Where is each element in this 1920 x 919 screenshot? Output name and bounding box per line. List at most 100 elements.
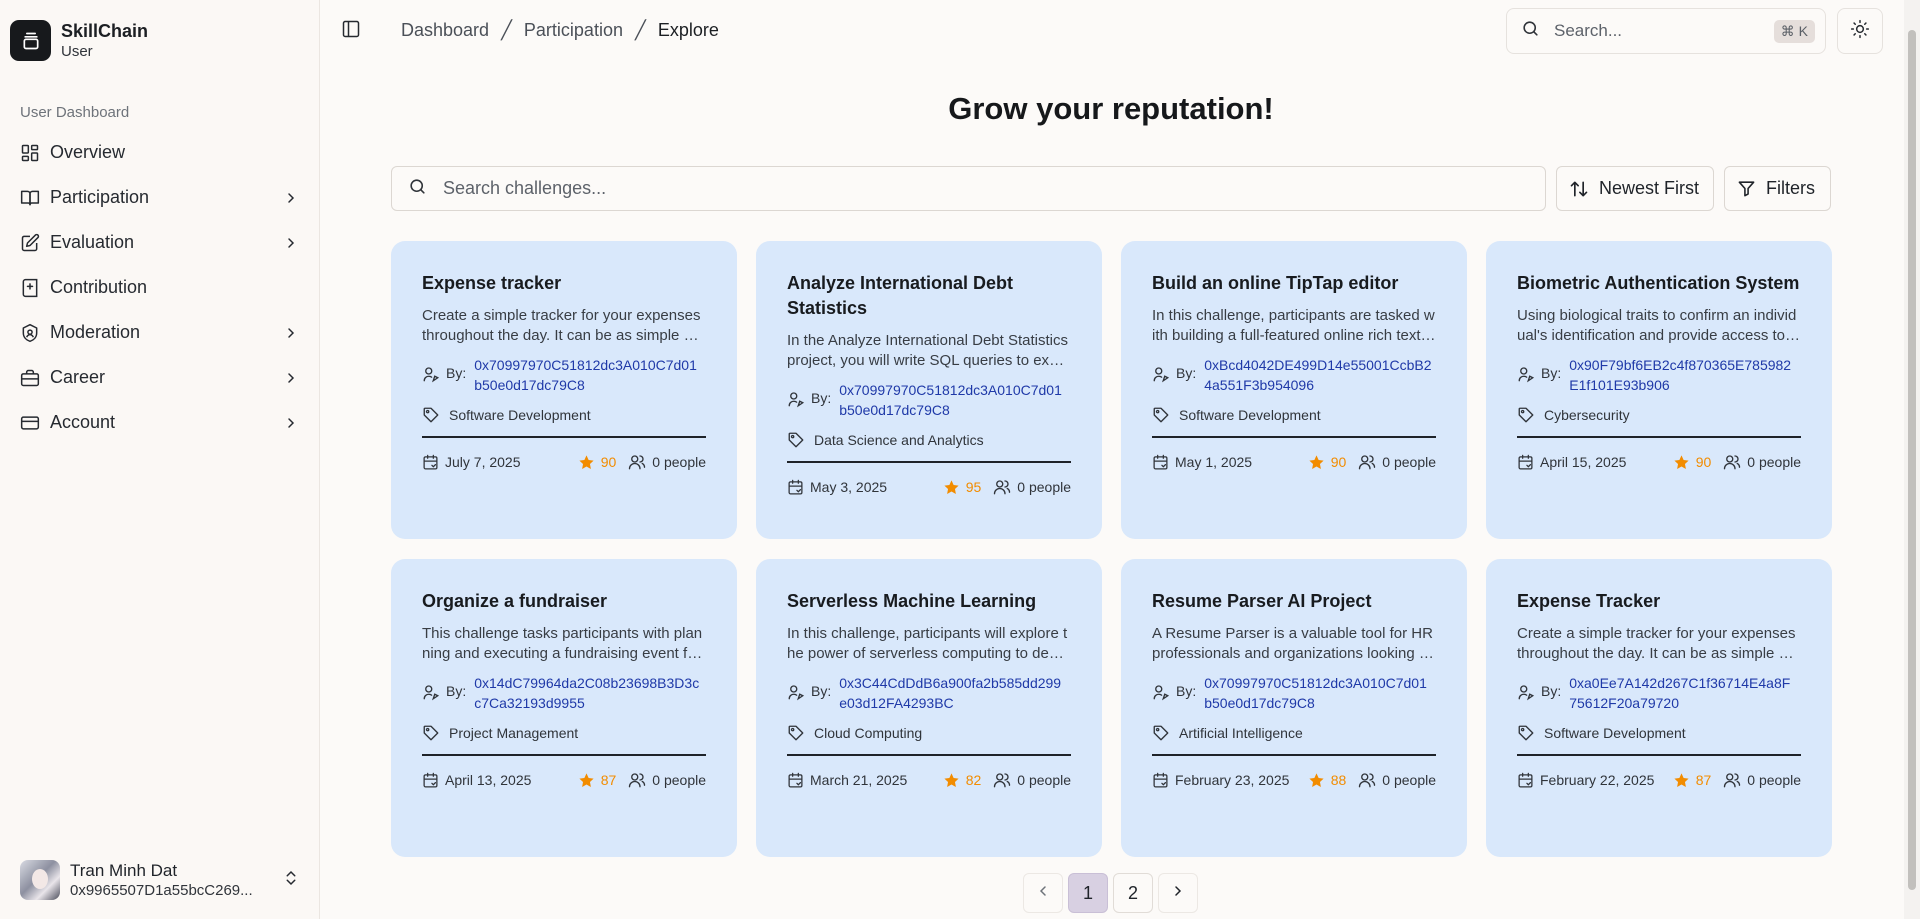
- sidebar-item-evaluation[interactable]: Evaluation: [10, 220, 310, 265]
- breadcrumb-participation[interactable]: Participation: [524, 20, 623, 41]
- challenge-card[interactable]: Organize a fundraiser This challenge task…: [391, 559, 737, 857]
- challenge-card[interactable]: Resume Parser AI Project A Resume Parser …: [1121, 559, 1467, 857]
- filters-button[interactable]: Filters: [1724, 166, 1831, 211]
- brand-name: SkillChain: [61, 21, 149, 41]
- calendar-check-icon: [1517, 454, 1534, 471]
- users-icon: [1723, 771, 1741, 789]
- sidebar-group-label: User Dashboard: [20, 104, 130, 121]
- book-plus-icon: [20, 278, 40, 298]
- page-scrollbar[interactable]: [1904, 0, 1920, 919]
- challenge-card[interactable]: Expense tracker Create a simple tracker f…: [391, 241, 737, 539]
- card-category: Project Management: [422, 724, 706, 742]
- sidebar-item-account[interactable]: Account: [10, 400, 310, 445]
- challenge-card[interactable]: Serverless Machine Learning In this chall…: [756, 559, 1102, 857]
- card-title: Serverless Machine Learning: [787, 591, 1037, 611]
- breadcrumb-dashboard[interactable]: Dashboard: [401, 20, 489, 41]
- author-address[interactable]: 0x90F79bf6EB2c4f870365E785982E1f101E93b9…: [1569, 355, 1797, 395]
- card-divider: [1152, 754, 1436, 756]
- by-label: By:: [811, 683, 832, 699]
- scrollbar-thumb[interactable]: [1908, 30, 1916, 890]
- chevron-right-icon: [282, 369, 300, 387]
- card-footer: July 7, 2025 90 0 people: [422, 453, 706, 471]
- card-footer: February 22, 2025 87 0 people: [1517, 771, 1801, 789]
- shortcut-badge: ⌘ K: [1773, 19, 1815, 43]
- topbar: Dashboard ╱ Participation ╱ Explore Sear…: [321, 0, 1904, 64]
- calendar-check-icon: [787, 772, 804, 789]
- card-author: By: 0x3C44CdDdB6a900fa2b585dd299e03d12FA4…: [787, 673, 1071, 713]
- card-category: Data Science and Analytics: [787, 431, 1071, 449]
- sidebar-item-label: Career: [50, 367, 106, 387]
- chevron-left-icon: [1035, 883, 1051, 904]
- card-footer: April 13, 2025 87 0 people: [422, 771, 706, 789]
- card-category: Artificial Intelligence: [1152, 724, 1436, 742]
- global-search-input[interactable]: Search... ⌘ K: [1506, 8, 1826, 54]
- theme-toggle-button[interactable]: [1837, 8, 1883, 54]
- user-pen-icon: [1152, 683, 1172, 703]
- sidebar-item-contribution[interactable]: Contribution: [10, 265, 310, 310]
- sidebar-item-overview[interactable]: Overview: [10, 130, 310, 175]
- card-title: Build an online TipTap editor: [1152, 273, 1399, 293]
- card-date: May 1, 2025: [1175, 454, 1253, 470]
- chevrons-up-down-icon: [282, 869, 300, 892]
- author-address[interactable]: 0xBcd4042DE499D14e55001CcbB24a551F3b9540…: [1204, 355, 1432, 395]
- card-footer: May 3, 2025 95 0 people: [787, 478, 1071, 496]
- page-button-2[interactable]: 2: [1113, 873, 1153, 913]
- card-footer: May 1, 2025 90 0 people: [1152, 453, 1436, 471]
- author-address[interactable]: 0x70997970C51812dc3A010C7d01b50e0d17dc79…: [474, 355, 702, 395]
- breadcrumb-separator: ╱: [501, 20, 512, 40]
- card-footer: April 15, 2025 90 0 people: [1517, 453, 1801, 471]
- brand[interactable]: SkillChain User: [10, 20, 148, 61]
- card-points: 87: [1695, 772, 1712, 788]
- pagination: 1 2: [1023, 873, 1203, 913]
- sidebar-item-career[interactable]: Career: [10, 355, 310, 400]
- sun-icon: [1850, 19, 1870, 44]
- card-points: 88: [1330, 772, 1347, 788]
- card-author: By: 0x70997970C51812dc3A010C7d01b50e0d17d…: [422, 355, 706, 395]
- challenge-card[interactable]: Build an online TipTap editor In this cha…: [1121, 241, 1467, 539]
- calendar-check-icon: [422, 772, 439, 789]
- card-description: Using biological traits to confirm an in…: [1517, 307, 1797, 344]
- challenge-card[interactable]: Expense Tracker Create a simple tracker f…: [1486, 559, 1832, 857]
- category-label: Software Development: [1179, 407, 1321, 423]
- card-divider: [787, 461, 1071, 463]
- card-points: 90: [1330, 454, 1347, 470]
- chevron-right-icon: [282, 414, 300, 432]
- shield-icon: [20, 323, 40, 343]
- author-address[interactable]: 0x70997970C51812dc3A010C7d01b50e0d17dc79…: [839, 380, 1067, 420]
- card-category: Cybersecurity: [1517, 406, 1801, 424]
- challenge-card[interactable]: Analyze International Debt Statistics In …: [756, 241, 1102, 539]
- users-icon: [628, 771, 646, 789]
- card-author: By: 0x14dC79964da2C08b23698B3D3cc7Ca32193…: [422, 673, 706, 713]
- user-menu[interactable]: Tran Minh Dat 0x9965507D1a55bcC269...: [10, 852, 310, 908]
- user-pen-icon: [422, 683, 442, 703]
- author-address[interactable]: 0x70997970C51812dc3A010C7d01b50e0d17dc79…: [1204, 673, 1432, 713]
- challenge-card[interactable]: Biometric Authentication System Using bio…: [1486, 241, 1832, 539]
- sidebar-item-participation[interactable]: Participation: [10, 175, 310, 220]
- sidebar-item-moderation[interactable]: Moderation: [10, 310, 310, 355]
- sidebar-item-label: Account: [50, 412, 116, 432]
- page-button-1[interactable]: 1: [1068, 873, 1108, 913]
- next-page-button[interactable]: [1158, 873, 1198, 913]
- card-title: Resume Parser AI Project: [1152, 591, 1372, 611]
- tag-icon: [422, 724, 440, 742]
- card-title: Analyze International Debt Statistics: [787, 273, 1014, 318]
- page-title: Grow your reputation!: [948, 91, 1274, 126]
- by-label: By:: [446, 365, 467, 381]
- chevron-right-icon: [282, 234, 300, 252]
- star-icon: [1673, 454, 1690, 471]
- author-address[interactable]: 0x14dC79964da2C08b23698B3D3cc7Ca32193d99…: [474, 673, 702, 713]
- author-address[interactable]: 0x3C44CdDdB6a900fa2b585dd299e03d12FA4293…: [839, 673, 1067, 713]
- tag-icon: [1517, 724, 1535, 742]
- previous-page-button[interactable]: [1023, 873, 1063, 913]
- calendar-check-icon: [1517, 772, 1534, 789]
- card-date: April 15, 2025: [1540, 454, 1627, 470]
- sidebar-toggle-icon[interactable]: [341, 19, 365, 43]
- sidebar-item-label: Overview: [50, 142, 126, 162]
- by-label: By:: [1541, 365, 1562, 381]
- author-address[interactable]: 0xa0Ee7A142d267C1f36714E4a8F75612F20a797…: [1569, 673, 1797, 713]
- users-icon: [1358, 453, 1376, 471]
- wallet-icon: [10, 20, 51, 61]
- sort-button[interactable]: Newest First: [1556, 166, 1714, 211]
- sidebar-item-label: Moderation: [50, 322, 141, 342]
- challenge-search-input[interactable]: Search challenges...: [391, 166, 1546, 211]
